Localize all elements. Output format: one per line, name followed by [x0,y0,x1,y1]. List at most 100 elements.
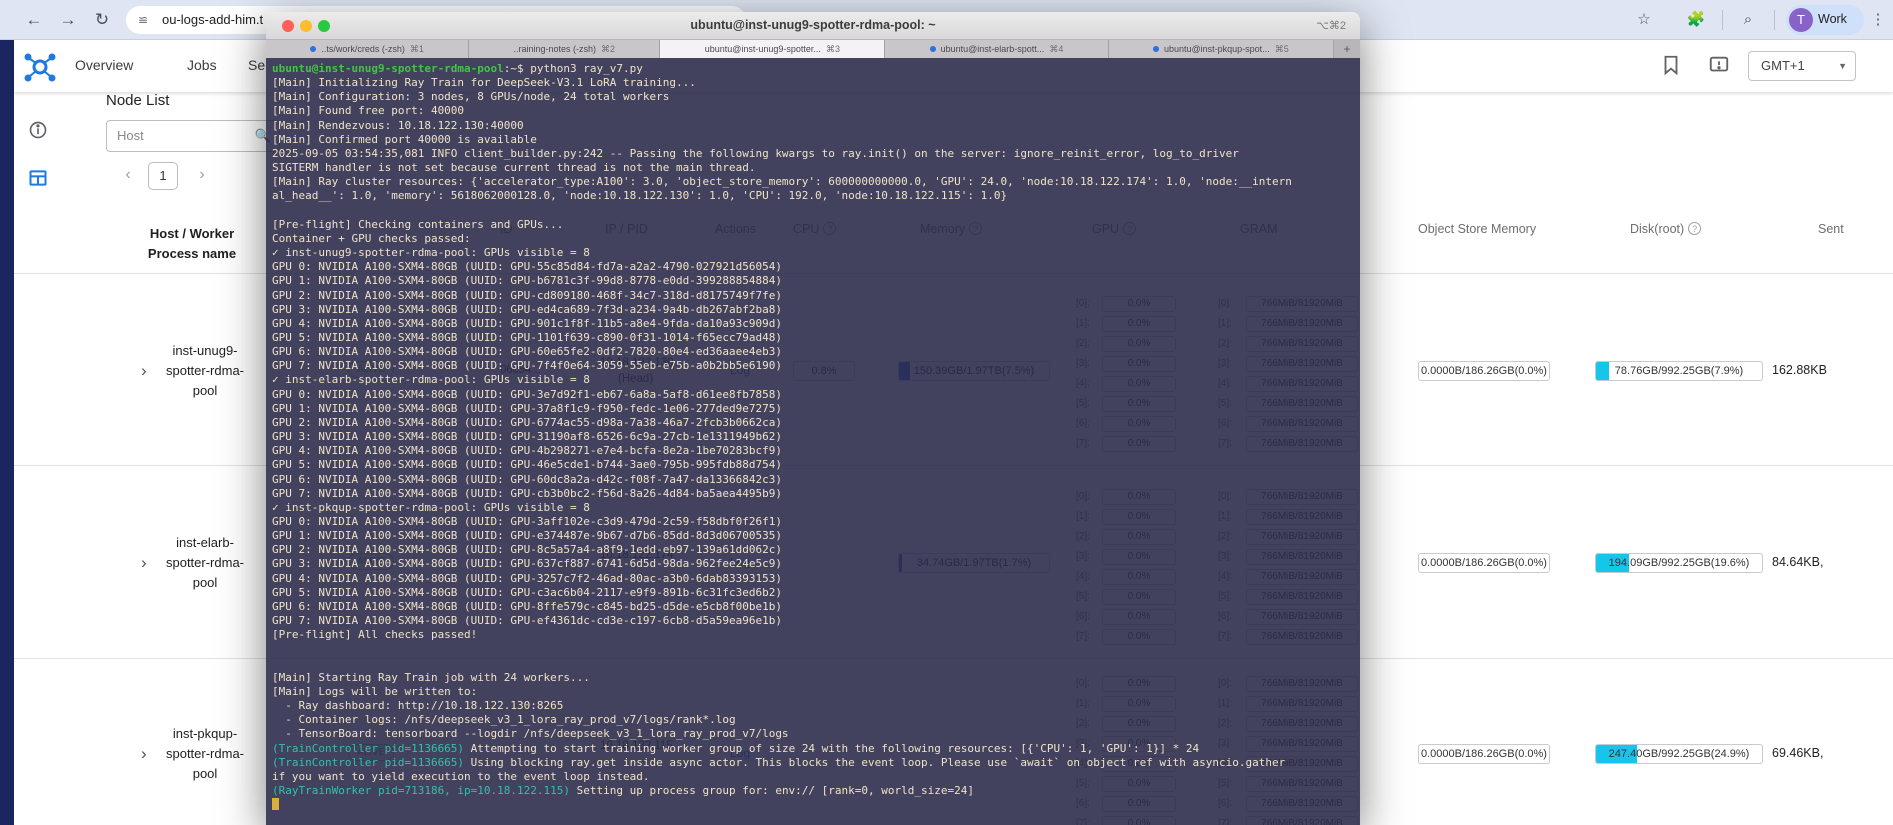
profile-button[interactable]: T Work [1786,5,1864,35]
terminal-line: GPU 4: NVIDIA A100-SXM4-80GB (UUID: GPU-… [272,444,1292,458]
terminal-window-shortcut: ⌥⌘2 [1316,19,1346,32]
host-name-line: pool [193,575,218,590]
terminal-line: Container + GPU checks passed: [272,232,1292,246]
expand-chevron[interactable]: › [141,744,147,764]
terminal-line: GPU 5: NVIDIA A100-SXM4-80GB (UUID: GPU-… [272,331,1292,345]
page-title: Node List [106,92,169,109]
terminal-line: GPU 7: NVIDIA A100-SXM4-80GB (UUID: GPU-… [272,487,1292,501]
terminal-line: [Main] Rendezvous: 10.18.122.130:40000 [272,119,1292,133]
terminal-line: ✓ inst-elarb-spotter-rdma-pool: GPUs vis… [272,373,1292,387]
bookmark-star-icon[interactable]: ☆ [1632,8,1656,32]
expand-chevron[interactable]: › [141,553,147,573]
terminal-line: GPU 1: NVIDIA A100-SXM4-80GB (UUID: GPU-… [272,402,1292,416]
terminal-window: ubuntu@inst-unug9-spotter-rdma-pool: ~ ⌥… [266,12,1360,825]
avatar: T [1789,8,1813,32]
terminal-output: ubuntu@inst-unug9-spotter-rdma-pool:~$ p… [272,62,1292,812]
terminal-line: GPU 4: NVIDIA A100-SXM4-80GB (UUID: GPU-… [272,572,1292,586]
object-store-value: 0.0000B/186.26GB(0.0%) [1419,362,1549,380]
terminal-tab-2[interactable]: ..raining-notes (-zsh)⌘2 [469,40,660,58]
ray-logo-icon [22,49,58,85]
bookmark-icon[interactable] [1660,54,1682,76]
object-store-value: 0.0000B/186.26GB(0.0%) [1419,745,1549,763]
nav-item-jobs[interactable]: Jobs [187,57,217,73]
terminal-line: GPU 7: NVIDIA A100-SXM4-80GB (UUID: GPU-… [272,614,1292,628]
terminal-tab-5[interactable]: ubuntu@inst-pkqup-spot...⌘5 [1109,40,1334,58]
terminal-line: [Main] Found free port: 40000 [272,104,1292,118]
pagination-prev[interactable]: ‹ [118,166,138,184]
host-name-line: inst-elarb- [176,535,234,550]
sent-value: 69.46KB, [1772,746,1823,760]
host-name-line: spotter-rdma- [166,363,244,378]
terminal-line [272,642,1292,656]
nav-item-se[interactable]: Se [248,57,265,73]
terminal-tab-1[interactable]: ..ts/work/creds (-zsh)⌘1 [266,40,469,58]
terminal-line: GPU 3: NVIDIA A100-SXM4-80GB (UUID: GPU-… [272,430,1292,444]
tab-shortcut: ⌘1 [410,44,424,55]
new-tab-button[interactable]: + [1334,40,1360,58]
terminal-line: GPU 3: NVIDIA A100-SXM4-80GB (UUID: GPU-… [272,557,1292,571]
tab-activity-dot [930,46,936,52]
reload-icon[interactable]: ↻ [90,8,114,32]
host-search-placeholder: Host [117,128,144,143]
terminal-line: [Pre-flight] Checking containers and GPU… [272,218,1292,232]
terminal-body[interactable]: ubuntu@inst-unug9-spotter-rdma-pool:~$ p… [266,58,1360,825]
back-icon[interactable]: ← [22,8,46,32]
host-name-line: pool [193,766,218,781]
feedback-icon[interactable] [1708,54,1730,76]
expand-chevron[interactable]: › [141,361,147,381]
forward-icon[interactable]: → [56,8,80,32]
terminal-line: GPU 4: NVIDIA A100-SXM4-80GB (UUID: GPU-… [272,317,1292,331]
terminal-line: (TrainController pid=1136665) Attempting… [272,742,1292,756]
timezone-select[interactable]: GMT+1 ▼ [1748,51,1856,81]
nav-item-overview[interactable]: Overview [75,57,133,73]
terminal-line: GPU 3: NVIDIA A100-SXM4-80GB (UUID: GPU-… [272,303,1292,317]
terminal-tab-4[interactable]: ubuntu@inst-elarb-spott...⌘4 [885,40,1108,58]
tab-shortcut: ⌘4 [1049,44,1063,55]
tab-shortcut: ⌘2 [601,44,615,55]
terminal-line: GPU 6: NVIDIA A100-SXM4-80GB (UUID: GPU-… [272,345,1292,359]
host-name-line: pool [193,383,218,398]
terminal-line: GPU 0: NVIDIA A100-SXM4-80GB (UUID: GPU-… [272,388,1292,402]
terminal-line: GPU 1: NVIDIA A100-SXM4-80GB (UUID: GPU-… [272,274,1292,288]
terminal-line: GPU 0: NVIDIA A100-SXM4-80GB (UUID: GPU-… [272,515,1292,529]
profile-label: Work [1818,12,1847,26]
sidebar-info-icon[interactable] [28,120,48,140]
chevron-down-icon: ▼ [1838,52,1847,80]
menu-dots-icon[interactable]: ⋮ [1866,8,1890,32]
extensions-icon[interactable]: 🧩 [1684,8,1708,32]
host-name-line: spotter-rdma- [166,555,244,570]
terminal-titlebar[interactable]: ubuntu@inst-unug9-spotter-rdma-pool: ~ ⌥… [266,12,1360,40]
terminal-cursor [272,798,279,810]
disk-usage-value: 247.40GB/992.25GB(24.9%) [1596,745,1762,763]
terminal-line: [Main] Initializing Ray Train for DeepSe… [272,76,1292,90]
tab-shortcut: ⌘3 [826,44,840,55]
terminal-line: GPU 5: NVIDIA A100-SXM4-80GB (UUID: GPU-… [272,458,1292,472]
terminal-line: GPU 2: NVIDIA A100-SXM4-80GB (UUID: GPU-… [272,289,1292,303]
tab-shortcut: ⌘5 [1275,44,1289,55]
object-store-box: 0.0000B/186.26GB(0.0%) [1418,744,1550,764]
terminal-line: [Main] Configuration: 3 nodes, 8 GPUs/no… [272,90,1292,104]
terminal-line: (TrainController pid=1136665) Using bloc… [272,756,1292,770]
host-search-input[interactable]: Host 🔍 [106,120,280,152]
sidebar-table-icon[interactable] [28,168,48,188]
help-icon[interactable]: ? [1688,222,1701,235]
terminal-line: [Main] Confirmed port 40000 is available [272,133,1292,147]
terminal-line: ✓ inst-pkqup-spotter-rdma-pool: GPUs vis… [272,501,1292,515]
terminal-line: if you want to yield execution to the ev… [272,770,1292,784]
site-settings-icon[interactable]: ≌ [138,12,154,28]
pagination-next[interactable]: › [192,166,212,184]
desktop-edge-strip [0,40,14,825]
search-screen-icon[interactable]: ⌕ [1736,8,1760,32]
terminal-tab-3[interactable]: ubuntu@inst-unug9-spotter...⌘3 [660,40,885,58]
host-column-header: Host / Worker [150,226,234,241]
terminal-title: ubuntu@inst-unug9-spotter-rdma-pool: ~ [266,18,1360,32]
terminal-line: [Main] Logs will be written to: [272,685,1292,699]
terminal-line: 2025-09-05 03:54:35,081 INFO client_buil… [272,147,1292,161]
terminal-line: ✓ inst-unug9-spotter-rdma-pool: GPUs vis… [272,246,1292,260]
pagination-page-1[interactable]: 1 [148,162,178,190]
terminal-line [272,657,1292,671]
toolbar-divider [1722,10,1723,30]
column-header-object-store-memory: Object Store Memory [1418,222,1536,236]
host-column-header: Process name [148,246,236,261]
host-name-line: inst-unug9- [172,343,237,358]
